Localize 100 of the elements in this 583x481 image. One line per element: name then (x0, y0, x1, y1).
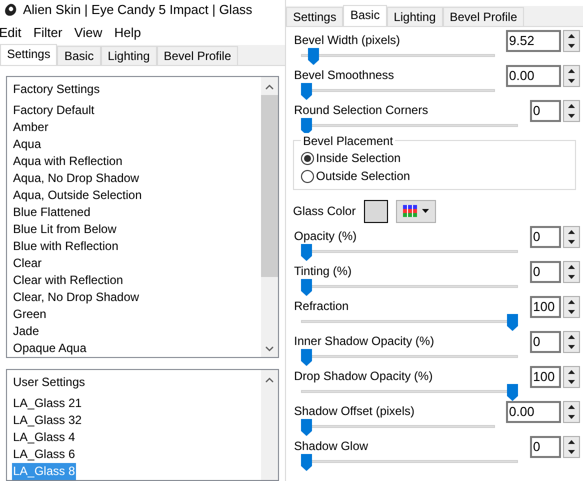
slider-track[interactable] (301, 384, 518, 401)
list-item[interactable]: Clear with Reflection (13, 272, 124, 290)
number-field[interactable]: 100 (530, 296, 561, 318)
slider-track[interactable] (301, 314, 518, 331)
list-item[interactable]: LA_Glass 32 (13, 412, 82, 429)
spin-buttons[interactable] (563, 331, 580, 353)
list-item[interactable]: Aqua, No Drop Shadow (13, 170, 140, 188)
scroll-up-icon[interactable] (265, 376, 274, 383)
radio-button[interactable] (301, 170, 314, 182)
color-swatch[interactable] (364, 200, 388, 222)
up-arrow-icon (568, 405, 575, 409)
tab[interactable]: Lighting (100, 46, 157, 66)
palette-dropdown[interactable] (396, 200, 436, 222)
tab[interactable]: Basic (57, 46, 101, 66)
slider-track[interactable] (301, 83, 495, 100)
slider-track[interactable] (301, 48, 495, 65)
slider-thumb[interactable] (301, 118, 312, 135)
list-item[interactable]: Clear (13, 255, 42, 272)
scrollbar[interactable] (261, 77, 278, 358)
down-arrow-icon (568, 415, 575, 419)
slider-track[interactable] (301, 118, 518, 135)
spin-buttons[interactable] (563, 436, 580, 458)
slider-track[interactable] (301, 279, 518, 296)
number-field[interactable]: 100 (530, 366, 561, 388)
number-field[interactable]: 9.52 (506, 30, 561, 52)
list-item[interactable]: Opaque Aqua (13, 340, 86, 358)
number-field[interactable]: 0 (530, 100, 561, 122)
down-arrow-icon (568, 275, 575, 279)
list-item[interactable]: Jade (13, 323, 40, 340)
up-arrow-icon (568, 104, 575, 108)
number-field[interactable]: 0 (530, 226, 561, 248)
menu-item[interactable]: View (74, 23, 102, 43)
number-field[interactable]: 0 (530, 331, 561, 353)
slider-track[interactable] (301, 454, 518, 471)
tab[interactable]: Bevel Profile (156, 46, 238, 66)
slider-track[interactable] (301, 349, 518, 366)
list-item[interactable]: Blue with Reflection (13, 238, 118, 256)
spin-buttons[interactable] (563, 65, 580, 87)
spin-buttons[interactable] (563, 226, 580, 248)
up-arrow-icon (568, 265, 575, 269)
slider-track[interactable] (301, 244, 518, 261)
slider-thumb[interactable] (308, 48, 320, 65)
spin-buttons[interactable] (563, 100, 580, 122)
list-item[interactable]: Blue Flattened (13, 204, 90, 222)
slider-label: Bevel Width (pixels) (294, 32, 400, 48)
slider-thumb[interactable] (301, 454, 312, 471)
menu-item[interactable]: Edit (0, 23, 22, 43)
slider-label: Opacity (%) (294, 228, 357, 244)
list-item[interactable]: Aqua with Reflection (13, 153, 122, 170)
number-field[interactable]: 0.00 (506, 65, 561, 87)
caret-icon (422, 209, 429, 213)
spin-buttons[interactable] (563, 366, 580, 388)
slider-track[interactable] (301, 419, 495, 436)
glass-color-label: Glass Color (293, 203, 356, 220)
spin-buttons[interactable] (563, 296, 580, 318)
list-item[interactable]: LA_Glass 21 (13, 394, 82, 412)
list-item[interactable]: Amber (13, 119, 48, 136)
slider-thumb[interactable] (301, 419, 312, 436)
list-item[interactable]: Aqua (13, 136, 42, 154)
tab[interactable]: Basic (343, 5, 387, 26)
tab[interactable]: Settings (286, 7, 344, 26)
slider-thumb[interactable] (301, 279, 312, 296)
slider-thumb[interactable] (301, 244, 312, 261)
menu-item[interactable]: Filter (33, 23, 62, 43)
list-item[interactable]: Blue Lit from Below (13, 221, 116, 238)
list-header: Factory Settings (13, 81, 101, 98)
list-item[interactable]: LA_Glass 4 (13, 428, 76, 446)
slider-thumb[interactable] (507, 384, 518, 401)
slider-label: Shadow Glow (294, 438, 368, 454)
scroll-thumb[interactable] (261, 95, 278, 278)
spin-buttons[interactable] (563, 261, 580, 283)
up-arrow-icon (568, 440, 575, 444)
up-arrow-icon (568, 370, 575, 374)
number-field[interactable]: 0 (530, 261, 561, 283)
list-item[interactable]: Clear, No Drop Shadow (13, 289, 140, 306)
list-item[interactable]: LA_Glass 6 (13, 446, 76, 463)
tab[interactable]: Bevel Profile (442, 7, 524, 26)
menu-item[interactable]: Help (114, 23, 141, 43)
tab[interactable]: Settings (0, 44, 58, 66)
radio-label[interactable]: Outside Selection (316, 167, 410, 185)
list-item[interactable]: Green (13, 306, 46, 324)
slider-label: Tinting (%) (294, 263, 352, 279)
slider-thumb[interactable] (507, 314, 518, 331)
slider-thumb[interactable] (301, 349, 312, 366)
number-field[interactable]: 0.00 (506, 401, 561, 423)
list-item[interactable]: Factory Default (13, 102, 94, 120)
scroll-down-icon[interactable] (265, 346, 274, 352)
down-arrow-icon (568, 310, 575, 314)
down-arrow-icon (568, 79, 575, 83)
slider-thumb[interactable] (301, 83, 312, 100)
up-arrow-icon (568, 34, 575, 38)
spin-buttons[interactable] (563, 30, 580, 52)
spin-buttons[interactable] (563, 401, 580, 423)
radio-button[interactable] (301, 152, 314, 164)
scroll-up-icon[interactable] (265, 84, 274, 90)
tab[interactable]: Lighting (386, 7, 443, 26)
number-field[interactable]: 0 (530, 436, 561, 458)
scrollbar[interactable] (261, 370, 278, 480)
radio-label[interactable]: Inside Selection (316, 149, 401, 167)
list-item[interactable]: Aqua, Outside Selection (13, 187, 142, 204)
